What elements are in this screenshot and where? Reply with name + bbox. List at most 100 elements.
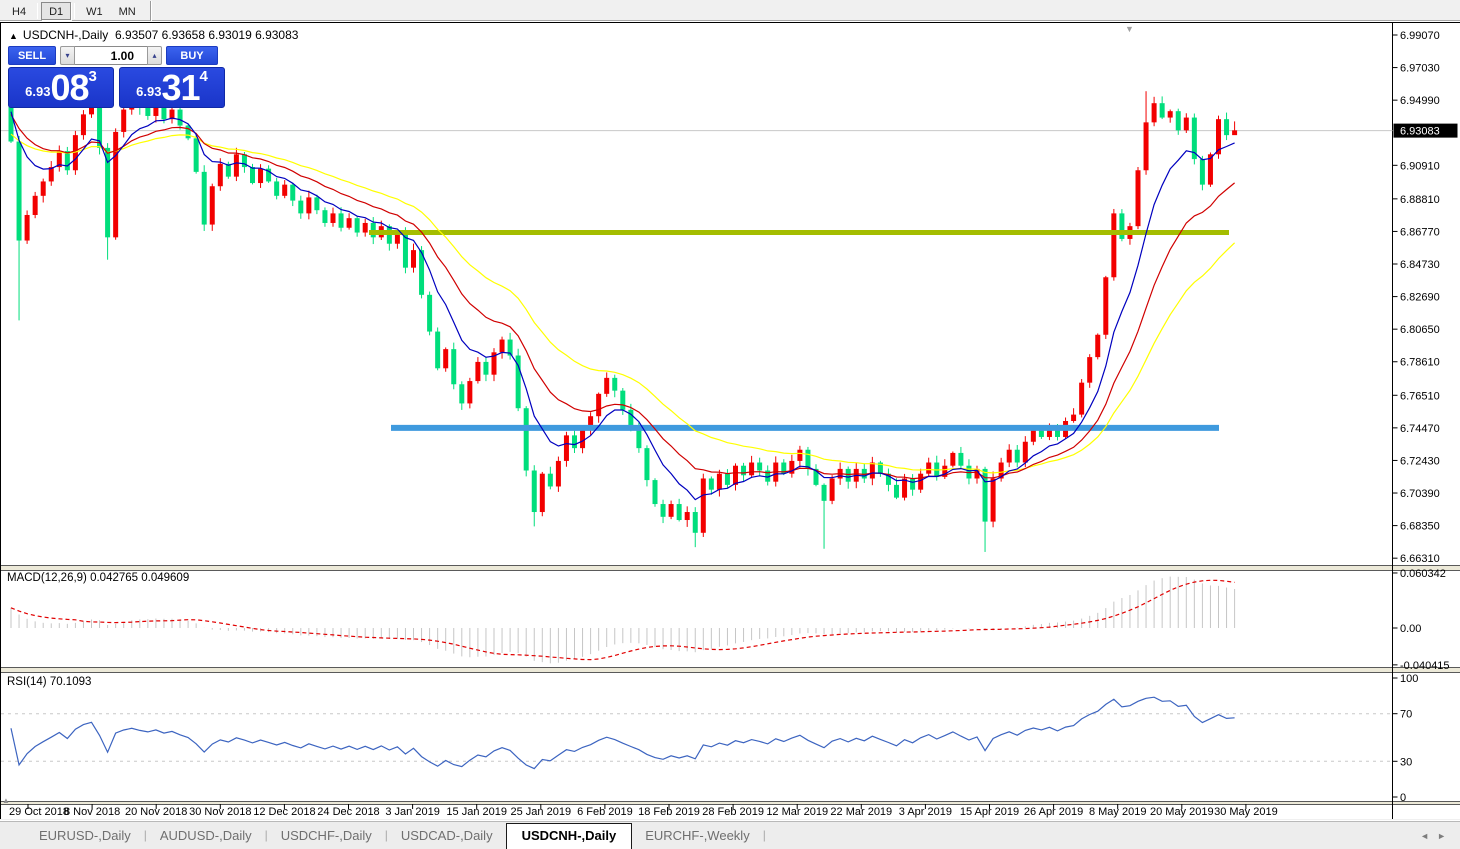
- candle-body-bull: [121, 110, 126, 132]
- candle-body-bear: [572, 435, 577, 448]
- candle-body-bear: [186, 126, 191, 139]
- timeframe-w1-button[interactable]: W1: [78, 2, 111, 20]
- date-label: 8 Nov 2018: [64, 806, 120, 818]
- price-axis-label: 6.76510: [1400, 390, 1440, 402]
- tab-scroll-right-icon: ►: [1437, 831, 1454, 841]
- candle-body-bear: [910, 478, 915, 489]
- tab-audusd-daily[interactable]: AUDUSD-,Daily: [147, 825, 265, 849]
- candle-body-bear: [65, 151, 70, 170]
- candle-body-bull: [1007, 450, 1012, 463]
- candle-body-bear: [725, 474, 730, 485]
- price-axis-label: 6.94990: [1400, 95, 1440, 107]
- candle-body-bear: [339, 213, 344, 227]
- candle-body-bear: [612, 378, 617, 391]
- candle-body-bull: [81, 114, 86, 135]
- buy-button[interactable]: BUY: [166, 46, 218, 65]
- mt4-window: H4 D1 W1 MN 6.990706.970306.949906.90910…: [0, 0, 1460, 849]
- tab-usdcnh-daily[interactable]: USDCNH-,Daily: [506, 823, 633, 849]
- candle-body-bull: [540, 474, 545, 512]
- date-label: 30 May 2019: [1214, 806, 1278, 818]
- timeframe-h4-button[interactable]: H4: [4, 2, 34, 20]
- rsi-axis-label: 30: [1400, 756, 1412, 768]
- date-label: 30 Nov 2018: [189, 806, 251, 818]
- price-axis-label: 6.68350: [1400, 521, 1440, 533]
- candlestick-chart[interactable]: 6.990706.970306.949906.909106.888106.867…: [1, 23, 1460, 819]
- candle-body-bull: [685, 512, 690, 520]
- candle-body-bear: [178, 110, 183, 126]
- candle-body-bear: [741, 466, 746, 476]
- buy-price-panel[interactable]: 6.93314: [119, 67, 225, 108]
- candle-body-bull: [1232, 130, 1237, 135]
- candle-body-bull: [25, 215, 30, 241]
- date-label: 15 Jan 2019: [446, 806, 507, 818]
- sell-button[interactable]: SELL: [8, 46, 56, 65]
- rsi-axis-label: 0: [1400, 792, 1406, 804]
- candle-body-bear: [1160, 103, 1165, 117]
- axis-drag-handle-icon[interactable]: ▲: [2, 796, 10, 805]
- candle-body-bear: [1119, 213, 1124, 239]
- scroll-to-end-icon[interactable]: ▼: [1125, 24, 1134, 34]
- candle-body-bull: [33, 196, 38, 215]
- candle-body-bull: [556, 461, 561, 487]
- candle-body-bull: [991, 478, 996, 521]
- collapse-triangle-icon[interactable]: ▲: [9, 31, 18, 41]
- date-label: 24 Dec 2018: [317, 806, 379, 818]
- candle-body-bear: [1039, 431, 1044, 437]
- candle-body-bull: [717, 474, 722, 490]
- candle-body-bear: [636, 429, 641, 448]
- candle-body-bear: [822, 485, 827, 501]
- candle-body-bull: [1079, 383, 1084, 415]
- candle-body-bull: [1095, 335, 1100, 357]
- macd-axis-label: 0.060342: [1400, 568, 1446, 580]
- date-label: 20 May 2019: [1150, 806, 1214, 818]
- candle-body-bull: [1184, 118, 1189, 131]
- timeframe-d1-button[interactable]: D1: [41, 2, 71, 20]
- date-label: 15 Apr 2019: [960, 806, 1019, 818]
- candle-body-bear: [451, 349, 456, 384]
- volume-input[interactable]: [75, 46, 147, 65]
- candle-body-bear: [290, 185, 295, 201]
- candle-body-bull: [950, 453, 955, 466]
- chart-frame: 6.990706.970306.949906.909106.888106.867…: [0, 22, 1460, 819]
- tab-usdchf-daily[interactable]: USDCHF-,Daily: [268, 825, 385, 849]
- candle-body-bull: [580, 429, 585, 448]
- candle-body-bear: [355, 218, 360, 232]
- candle-body-bear: [298, 201, 303, 214]
- candle-body-bear: [532, 471, 537, 513]
- candle-body-bear: [202, 172, 207, 225]
- candle-body-bull: [1023, 442, 1028, 463]
- candle-body-bear: [145, 108, 150, 116]
- candle-body-bear: [661, 504, 666, 517]
- tab-scroll-arrows[interactable]: ◄►: [1420, 831, 1454, 841]
- candle-body-bear: [894, 485, 899, 498]
- candle-body-bear: [644, 448, 649, 480]
- rsi-indicator-label: RSI(14) 70.1093: [7, 676, 91, 688]
- chart-tabbar: EURUSD-,Daily | AUDUSD-,Daily | USDCHF-,…: [0, 820, 1460, 849]
- tab-usdcad-daily[interactable]: USDCAD-,Daily: [388, 825, 506, 849]
- date-label: 3 Jan 2019: [385, 806, 439, 818]
- volume-decrease-button[interactable]: ▾: [60, 46, 75, 65]
- candle-body-bear: [403, 234, 408, 268]
- date-label: 20 Nov 2018: [125, 806, 187, 818]
- macd-axis-label: -0.040415: [1400, 660, 1450, 672]
- chart-background: [1, 23, 1460, 819]
- tab-eurusd-daily[interactable]: EURUSD-,Daily: [26, 825, 144, 849]
- price-axis-label: 6.84730: [1400, 259, 1440, 271]
- candle-body-bull: [113, 132, 118, 237]
- volume-increase-button[interactable]: ▴: [147, 46, 162, 65]
- candle-body-bull: [733, 466, 738, 485]
- tab-eurchf-weekly[interactable]: EURCHF-,Weekly: [632, 825, 763, 849]
- candle-body-bull: [282, 185, 287, 196]
- price-axis-label: 6.97030: [1400, 63, 1440, 75]
- price-axis-label: 6.78610: [1400, 357, 1440, 369]
- price-axis-label: 6.82690: [1400, 292, 1440, 304]
- sell-price-panel[interactable]: 6.93083: [8, 67, 114, 108]
- candle-body-bear: [524, 408, 529, 470]
- candle-body-bull: [902, 478, 907, 497]
- date-label: 18 Feb 2019: [638, 806, 700, 818]
- candle-body-bull: [701, 478, 706, 532]
- candle-body-bear: [274, 181, 279, 195]
- timeframe-mn-button[interactable]: MN: [111, 2, 144, 20]
- candle-body-bear: [459, 384, 464, 403]
- candle-body-bear: [194, 138, 199, 172]
